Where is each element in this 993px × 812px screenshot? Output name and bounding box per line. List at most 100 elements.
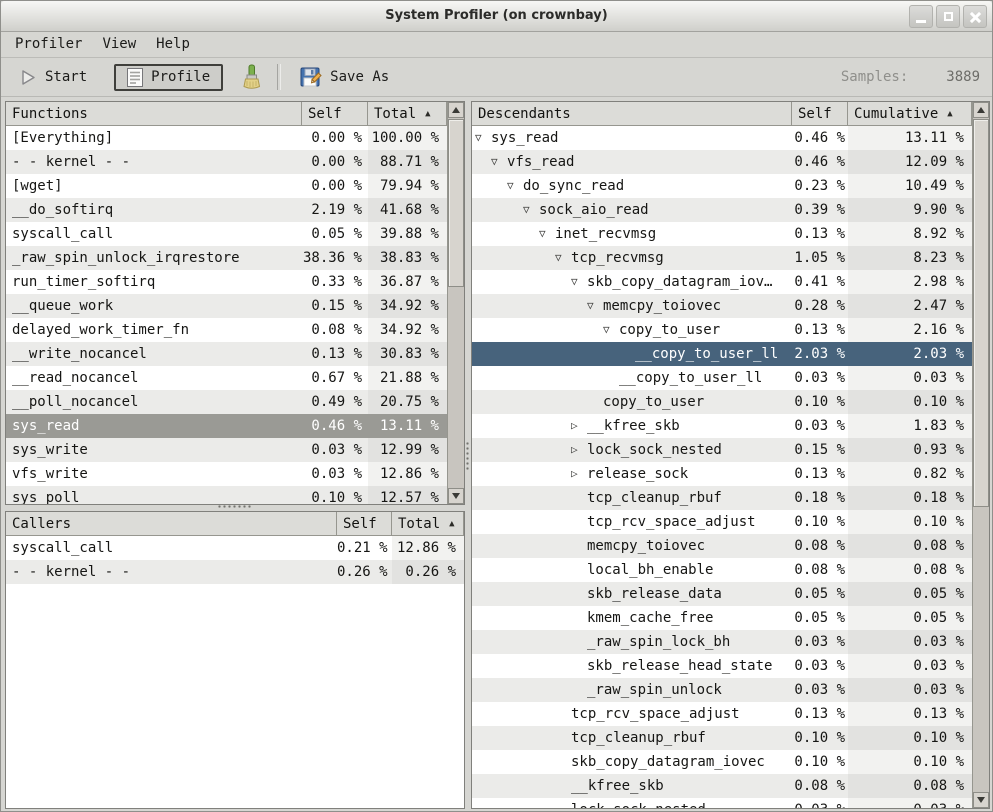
expander-open-icon[interactable]: ▽: [571, 270, 578, 294]
function-name: __read_nocancel: [12, 370, 138, 386]
profile-toggle-button[interactable]: Profile: [114, 64, 223, 91]
menu-view[interactable]: View: [92, 33, 146, 55]
function-name: __do_softirq: [12, 202, 113, 218]
table-row[interactable]: local_bh_enable0.08 %0.08 %: [472, 558, 972, 582]
table-row[interactable]: __poll_nocancel0.49 %20.75 %: [6, 390, 447, 414]
table-row[interactable]: syscall_call0.05 %39.88 %: [6, 222, 447, 246]
table-row[interactable]: run_timer_softirq0.33 %36.87 %: [6, 270, 447, 294]
table-row[interactable]: [wget]0.00 %79.94 %: [6, 174, 447, 198]
column-header[interactable]: Descendants: [472, 102, 792, 126]
table-row[interactable]: __read_nocancel0.67 %21.88 %: [6, 366, 447, 390]
expander-open-icon[interactable]: ▽: [475, 126, 482, 150]
table-row[interactable]: ▽tcp_recvmsg1.05 %8.23 %: [472, 246, 972, 270]
title-bar[interactable]: System Profiler (on crownbay): [1, 1, 992, 32]
scroll-up-button[interactable]: [448, 102, 464, 118]
table-row[interactable]: kmem_cache_free0.05 %0.05 %: [472, 606, 972, 630]
minimize-button[interactable]: [909, 5, 933, 28]
table-row[interactable]: delayed_work_timer_fn0.08 %34.92 %: [6, 318, 447, 342]
maximize-button[interactable]: [936, 5, 960, 28]
column-header[interactable]: Self: [337, 512, 392, 536]
table-row[interactable]: ▷release_sock0.13 %0.82 %: [472, 462, 972, 486]
scroll-up-button[interactable]: [973, 102, 989, 118]
expander-open-icon[interactable]: ▽: [507, 174, 514, 198]
table-row[interactable]: syscall_call0.21 %12.86 %: [6, 536, 464, 560]
table-row[interactable]: ▽sock_aio_read0.39 %9.90 %: [472, 198, 972, 222]
scrollbar-thumb[interactable]: [973, 119, 989, 507]
expander-closed-icon[interactable]: ▷: [571, 414, 578, 438]
table-row[interactable]: vfs_write0.03 %12.86 %: [6, 462, 447, 486]
function-name-cell: _raw_spin_unlock: [472, 678, 792, 702]
table-row[interactable]: - - kernel - -0.26 %0.26 %: [6, 560, 464, 584]
expander-open-icon[interactable]: ▽: [587, 294, 594, 318]
table-row[interactable]: _raw_spin_lock_bh0.03 %0.03 %: [472, 630, 972, 654]
table-row[interactable]: ▽inet_recvmsg0.13 %8.92 %: [472, 222, 972, 246]
table-row[interactable]: ▽vfs_read0.46 %12.09 %: [472, 150, 972, 174]
table-row[interactable]: copy_to_user0.10 %0.10 %: [472, 390, 972, 414]
table-row[interactable]: __copy_to_user_ll0.03 %0.03 %: [472, 366, 972, 390]
expander-open-icon[interactable]: ▽: [523, 198, 530, 222]
table-row[interactable]: __kfree_skb0.08 %0.08 %: [472, 774, 972, 798]
table-row[interactable]: _raw_spin_unlock_irqrestore38.36 %38.83 …: [6, 246, 447, 270]
table-row[interactable]: tcp_cleanup_rbuf0.10 %0.10 %: [472, 726, 972, 750]
menu-profiler[interactable]: Profiler: [5, 33, 92, 55]
function-name-cell: vfs_write: [6, 462, 302, 486]
function-name: vfs_read: [507, 154, 574, 170]
table-row[interactable]: __copy_to_user_ll2.03 %2.03 %: [472, 342, 972, 366]
table-row[interactable]: skb_release_head_state0.03 %0.03 %: [472, 654, 972, 678]
column-header[interactable]: Total▲: [392, 512, 464, 536]
start-button[interactable]: Start: [11, 66, 96, 89]
table-row[interactable]: - - kernel - -0.00 %88.71 %: [6, 150, 447, 174]
samples-value: 3889: [946, 69, 980, 85]
expander-closed-icon[interactable]: ▷: [571, 438, 578, 462]
save-as-button[interactable]: Save As: [291, 63, 398, 91]
expander-open-icon[interactable]: ▽: [539, 222, 546, 246]
column-header[interactable]: Cumulative▲: [848, 102, 972, 126]
table-row[interactable]: ▷lock_sock_nested0.15 %0.93 %: [472, 438, 972, 462]
table-row[interactable]: sys_write0.03 %12.99 %: [6, 438, 447, 462]
table-row[interactable]: lock_sock_nested0.03 %0.03 %: [472, 798, 972, 809]
descendants-scrollbar[interactable]: [972, 102, 989, 808]
expander-open-icon[interactable]: ▽: [603, 318, 610, 342]
close-button[interactable]: [963, 5, 987, 28]
menu-help[interactable]: Help: [146, 33, 200, 55]
table-row[interactable]: tcp_rcv_space_adjust0.10 %0.10 %: [472, 510, 972, 534]
table-row[interactable]: sys_poll0.10 %12.57 %: [6, 486, 447, 505]
scrollbar-thumb[interactable]: [448, 119, 464, 287]
table-row[interactable]: sys_read0.46 %13.11 %: [6, 414, 447, 438]
table-row[interactable]: __write_nocancel0.13 %30.83 %: [6, 342, 447, 366]
table-row[interactable]: ▽skb_copy_datagram_iov…0.41 %2.98 %: [472, 270, 972, 294]
column-header[interactable]: Callers: [6, 512, 337, 536]
expander-open-icon[interactable]: ▽: [491, 150, 498, 174]
expander-open-icon[interactable]: ▽: [555, 246, 562, 270]
table-row[interactable]: __do_softirq2.19 %41.68 %: [6, 198, 447, 222]
column-header[interactable]: Total▲: [368, 102, 447, 126]
table-row[interactable]: _raw_spin_unlock0.03 %0.03 %: [472, 678, 972, 702]
table-row[interactable]: __queue_work0.15 %34.92 %: [6, 294, 447, 318]
total-percent-cell: 34.92 %: [368, 318, 447, 342]
function-name-cell: memcpy_toiovec: [472, 534, 792, 558]
table-row[interactable]: tcp_cleanup_rbuf0.18 %0.18 %: [472, 486, 972, 510]
function-name: tcp_cleanup_rbuf: [587, 490, 722, 506]
table-row[interactable]: skb_copy_datagram_iovec0.10 %0.10 %: [472, 750, 972, 774]
table-row[interactable]: memcpy_toiovec0.08 %0.08 %: [472, 534, 972, 558]
function-name-cell: ▽sock_aio_read: [472, 198, 792, 222]
reset-button[interactable]: [231, 61, 271, 94]
table-row[interactable]: ▷__kfree_skb0.03 %1.83 %: [472, 414, 972, 438]
table-row[interactable]: ▽copy_to_user0.13 %2.16 %: [472, 318, 972, 342]
self-percent-cell: 0.05 %: [792, 582, 848, 606]
table-row[interactable]: ▽do_sync_read0.23 %10.49 %: [472, 174, 972, 198]
expander-closed-icon[interactable]: ▷: [571, 462, 578, 486]
scroll-down-button[interactable]: [448, 488, 464, 504]
horizontal-splitter-grip[interactable]: [217, 504, 252, 510]
table-row[interactable]: ▽memcpy_toiovec0.28 %2.47 %: [472, 294, 972, 318]
column-header[interactable]: Self: [302, 102, 368, 126]
table-row[interactable]: tcp_rcv_space_adjust0.13 %0.13 %: [472, 702, 972, 726]
function-name-cell: _raw_spin_unlock_irqrestore: [6, 246, 302, 270]
table-row[interactable]: skb_release_data0.05 %0.05 %: [472, 582, 972, 606]
column-header[interactable]: Functions: [6, 102, 302, 126]
scroll-down-button[interactable]: [973, 792, 989, 808]
column-header[interactable]: Self: [792, 102, 848, 126]
table-row[interactable]: [Everything]0.00 %100.00 %: [6, 126, 447, 150]
functions-scrollbar[interactable]: [447, 102, 464, 504]
table-row[interactable]: ▽sys_read0.46 %13.11 %: [472, 126, 972, 150]
